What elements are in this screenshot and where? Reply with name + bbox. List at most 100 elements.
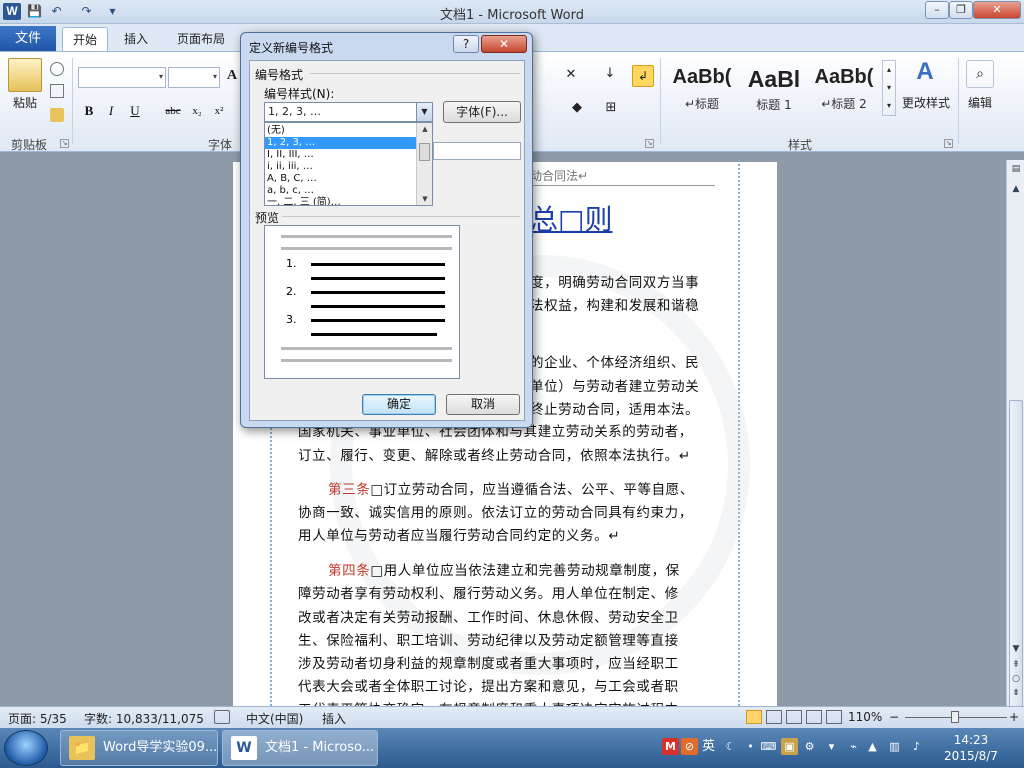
list-item-selected[interactable]: 1, 2, 3, … xyxy=(265,137,416,149)
underline-button[interactable]: U xyxy=(124,100,146,122)
body-text-line[interactable]: 障劳动者享有劳动权利、履行劳动义务。用人单位在制定、修 xyxy=(298,582,679,602)
vertical-scrollbar[interactable]: ▤ ▲ ▼ ⇞ ○ ⇟ xyxy=(1006,160,1024,768)
zoom-in-button[interactable]: + xyxy=(1009,710,1019,724)
chapter-heading[interactable]: 总□则 xyxy=(530,198,612,238)
page-indicator[interactable]: 页面: 5/35 xyxy=(8,710,67,727)
body-text-line[interactable]: 工代表平等协商确定。在规章制度和重大事项决定实施过程中 xyxy=(298,698,679,706)
scroll-down-icon[interactable]: ▼ xyxy=(417,193,432,205)
ime-language[interactable]: 英 xyxy=(700,738,717,755)
draft-view-icon[interactable] xyxy=(826,710,842,724)
scroll-up-icon[interactable]: ▲ xyxy=(1009,182,1023,196)
ime-keyboard-icon[interactable]: ⌨ xyxy=(760,738,777,755)
start-button[interactable] xyxy=(4,730,48,766)
tab-insert[interactable]: 插入 xyxy=(114,27,158,51)
body-text-line[interactable]: 用人单位与劳动者应当履行劳动合同约定的义务。↵ xyxy=(298,524,620,544)
list-item[interactable]: 一, 二, 三 (简)… xyxy=(265,197,416,205)
body-text-line[interactable]: 度，明确劳动合同双方当事 xyxy=(530,271,699,291)
word-app-icon[interactable]: W xyxy=(3,3,21,20)
body-text-line[interactable]: 订立、履行、变更、解除或者终止劳动合同，依照本法执行。↵ xyxy=(298,444,691,464)
dialog-help-button[interactable]: ? xyxy=(453,35,479,53)
sort-icon[interactable]: ↓ xyxy=(600,66,620,81)
insert-mode-indicator[interactable]: 插入 xyxy=(322,710,346,727)
change-styles-label[interactable]: 更改样式 xyxy=(898,94,954,111)
cut-icon[interactable] xyxy=(50,62,64,76)
undo-icon[interactable]: ↶ xyxy=(48,3,65,20)
body-text-line[interactable]: 生、保险福利、职工培训、劳动纪律以及劳动定额管理等直接 xyxy=(298,629,679,649)
list-scrollbar[interactable]: ▲ ▼ xyxy=(416,123,432,205)
list-item[interactable]: (无) xyxy=(265,125,416,137)
ok-button[interactable]: 确定 xyxy=(362,394,436,415)
ime-settings-icon[interactable]: ⚙ xyxy=(801,738,818,755)
list-item[interactable]: a, b, c, … xyxy=(265,185,416,197)
styles-launcher-icon[interactable]: ↘ xyxy=(944,139,953,148)
format-painter-icon[interactable] xyxy=(50,108,64,122)
zoom-out-button[interactable]: − xyxy=(889,710,899,724)
scroll-up-icon[interactable]: ▲ xyxy=(417,123,432,135)
web-layout-view-icon[interactable] xyxy=(786,710,802,724)
close-button[interactable]: ✕ xyxy=(973,1,1021,19)
ruler-toggle-icon[interactable]: ▤ xyxy=(1009,162,1023,176)
show-hidden-icons[interactable]: ▲ xyxy=(864,738,881,755)
number-style-dropdown[interactable]: 1, 2, 3, … ▼ xyxy=(264,102,433,122)
body-text-line[interactable]: 代表大会或者全体职工讨论，提出方案和意见，与工会或者职 xyxy=(298,675,679,695)
styles-scroll-icon[interactable]: ▴ ▾ ▾ xyxy=(882,60,896,116)
print-layout-view-icon[interactable] xyxy=(746,710,762,724)
italic-button[interactable]: I xyxy=(100,100,122,122)
scroll-down-icon[interactable]: ▼ xyxy=(1009,642,1023,656)
volume-icon[interactable]: ♪ xyxy=(908,738,925,755)
tab-page-layout[interactable]: 页面布局 xyxy=(170,27,232,51)
font-size-combo[interactable]: ▾ xyxy=(168,67,220,88)
ime-skin-icon[interactable]: ▣ xyxy=(781,738,798,755)
body-text-line[interactable]: 终止劳动合同，适用本法。 xyxy=(530,398,699,418)
font-name-combo[interactable]: ▾ xyxy=(78,67,166,88)
number-format-field[interactable] xyxy=(433,142,521,160)
minimize-button[interactable]: – xyxy=(925,1,949,19)
body-text-line[interactable]: 改或者决定有关劳动报酬、工作时间、休息休假、劳动安全卫 xyxy=(298,606,679,626)
ime-moon-icon[interactable]: ☾ xyxy=(722,738,739,755)
taskbar-item-word[interactable]: W 文档1 - Microso... xyxy=(222,730,378,766)
tab-home[interactable]: 开始 xyxy=(62,27,108,51)
body-text-line[interactable]: 单位）与劳动者建立劳动关 xyxy=(530,375,699,395)
list-scroll-thumb[interactable] xyxy=(419,143,430,161)
change-styles-icon[interactable]: A xyxy=(904,58,946,86)
chevron-down-icon[interactable]: ▼ xyxy=(416,103,432,121)
superscript-button[interactable]: x² xyxy=(208,100,230,122)
cancel-button[interactable]: 取消 xyxy=(446,394,520,415)
tray-network-small-icon[interactable]: ⌁ xyxy=(845,738,862,755)
customize-qat-icon[interactable]: ▾ xyxy=(104,3,121,20)
ime-punct-icon[interactable]: ⊘ xyxy=(681,738,698,755)
paragraph-launcher-icon[interactable]: ↘ xyxy=(645,139,654,148)
browse-object-icon[interactable]: ○ xyxy=(1009,672,1023,686)
list-item[interactable]: i, ii, iii, … xyxy=(265,161,416,173)
shading-icon[interactable]: ◆ xyxy=(566,100,588,115)
editing-label[interactable]: 编辑 xyxy=(962,94,998,111)
ime-dot-icon[interactable]: • xyxy=(742,738,759,755)
style-item-title[interactable]: AaBb( ↵标题 xyxy=(668,60,736,116)
outline-view-icon[interactable] xyxy=(806,710,822,724)
number-style-list[interactable]: (无) 1, 2, 3, … I, II, III, … i, ii, iii,… xyxy=(264,122,433,206)
body-text-line[interactable]: 涉及劳动者切身利益的规章制度或者重大事项时，应当经职工 xyxy=(298,652,679,672)
show-marks-icon[interactable]: ↲ xyxy=(632,65,654,87)
font-button[interactable]: 字体(F)... xyxy=(443,101,521,123)
body-text-line[interactable]: 法权益，构建和发展和谐稳 xyxy=(530,294,699,314)
restore-button[interactable]: ❐ xyxy=(949,1,973,19)
proofing-icon[interactable] xyxy=(214,710,230,724)
chinese-layout-icon[interactable]: ✕ xyxy=(560,67,582,82)
zoom-level[interactable]: 110% xyxy=(848,710,882,724)
dialog-close-button[interactable]: ✕ xyxy=(481,35,527,53)
prev-page-icon[interactable]: ⇞ xyxy=(1009,658,1023,672)
article-4-line[interactable]: 第四条□用人单位应当依法建立和完善劳动规章制度，保 xyxy=(328,559,680,579)
taskbar-item-explorer[interactable]: 📁 Word导学实验09... xyxy=(60,730,218,766)
subscript-button[interactable]: x₂ xyxy=(186,100,208,122)
paste-button-label[interactable]: 粘贴 xyxy=(8,94,42,111)
system-clock[interactable]: 14:23 2015/8/7 xyxy=(935,732,1007,764)
copy-icon[interactable] xyxy=(50,84,64,98)
style-item-heading1[interactable]: AaBl 标题 1 xyxy=(740,60,808,116)
full-screen-view-icon[interactable] xyxy=(766,710,782,724)
article-3-line[interactable]: 第三条□订立劳动合同，应当遵循合法、公平、平等自愿、 xyxy=(328,478,694,498)
body-text-line[interactable]: 协商一致、诚实信用的原则。依法订立的劳动合同具有约束力， xyxy=(298,501,693,521)
tab-file[interactable]: 文件 xyxy=(0,26,56,51)
body-text-line[interactable]: 的企业、个体经济组织、民 xyxy=(530,351,699,371)
word-count[interactable]: 字数: 10,833/11,075 xyxy=(84,710,204,727)
bold-button[interactable]: B xyxy=(78,100,100,122)
